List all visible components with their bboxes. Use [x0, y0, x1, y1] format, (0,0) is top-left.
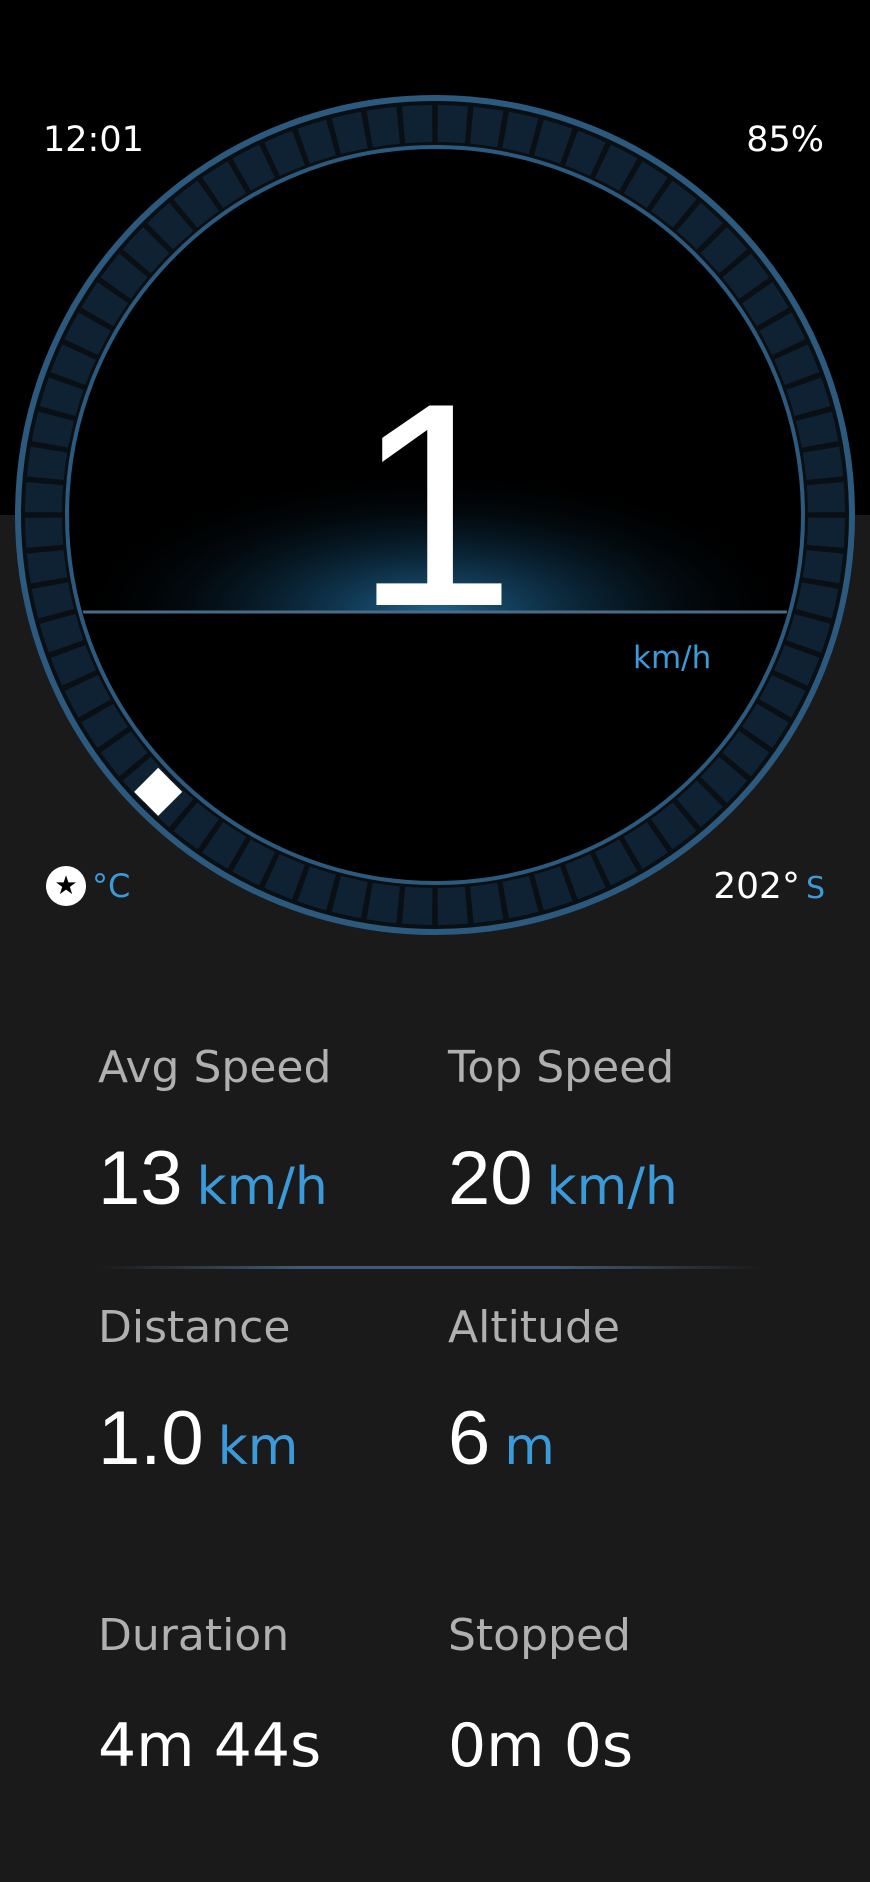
top-speed-label: Top Speed	[448, 1042, 675, 1093]
avg-speed-label: Avg Speed	[98, 1042, 332, 1093]
gauge-segment	[437, 105, 468, 144]
top-speed-unit: km/h	[546, 1157, 678, 1217]
distance-value: 1.0	[98, 1396, 204, 1481]
star-badge-icon: ★	[46, 866, 86, 906]
gauge-segment	[402, 105, 433, 144]
altitude-unit: m	[504, 1417, 555, 1477]
stopped-value: 0m 0s	[448, 1711, 634, 1781]
duration-value: 4m 44s	[98, 1711, 322, 1781]
heading-indicator: 202° S	[713, 866, 825, 907]
distance-label: Distance	[98, 1302, 291, 1353]
top-speed-stat: Top Speed 20 km/h	[448, 1042, 678, 1222]
battery-level: 85%	[746, 120, 824, 160]
ride-stats: Avg Speed 13 km/h Top Speed 20 km/h Dist…	[0, 952, 870, 1882]
distance-unit: km	[217, 1417, 299, 1477]
altitude-label: Altitude	[448, 1302, 620, 1353]
duration-label: Duration	[98, 1610, 290, 1661]
current-speed: 1	[354, 343, 516, 667]
gauge-segment	[437, 886, 468, 925]
temperature-unit: °C	[92, 867, 131, 905]
avg-speed-value: 13	[98, 1136, 183, 1221]
duration-stat: Duration 4m 44s	[98, 1610, 321, 1781]
top-speed-value: 20	[448, 1136, 533, 1221]
avg-speed-unit: km/h	[196, 1157, 328, 1217]
altitude-stat: Altitude 6 m	[448, 1302, 620, 1482]
avg-speed-stat: Avg Speed 13 km/h	[98, 1042, 331, 1222]
gauge-segment	[402, 886, 433, 925]
temperature-indicator[interactable]: ★ °C	[46, 866, 130, 906]
heading-direction: S	[805, 871, 825, 906]
speed-unit: km/h	[633, 640, 712, 676]
heading-degrees: 202°	[713, 866, 800, 907]
stopped-label: Stopped	[448, 1610, 631, 1661]
stats-divider	[100, 1266, 760, 1269]
stopped-stat: Stopped 0m 0s	[448, 1610, 633, 1781]
altitude-value: 6	[448, 1396, 491, 1481]
status-time: 12:01	[43, 120, 144, 160]
distance-stat: Distance 1.0 km	[98, 1302, 298, 1482]
